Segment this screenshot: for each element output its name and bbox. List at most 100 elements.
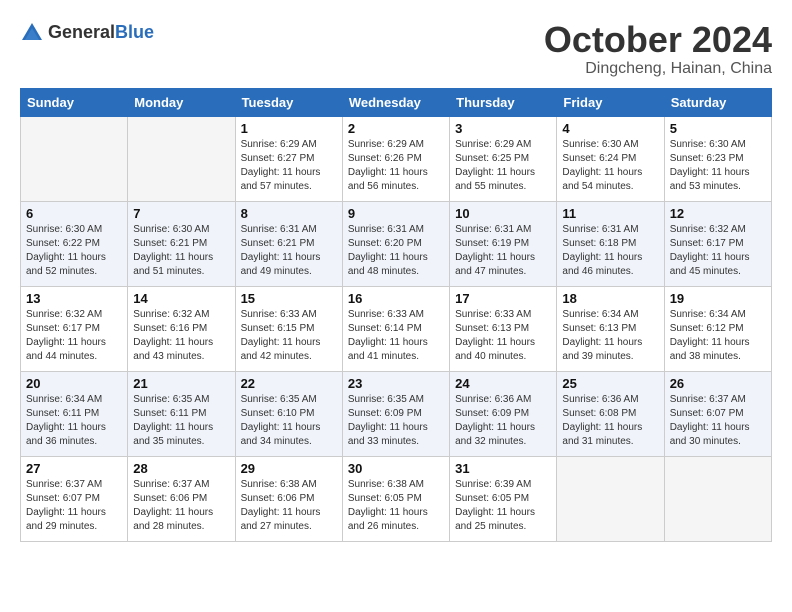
logo-general-text: GeneralBlue: [48, 22, 154, 43]
calendar-cell: 14 Sunrise: 6:32 AM Sunset: 6:16 PM Dayli…: [128, 286, 235, 371]
cell-sun-info: Sunrise: 6:34 AM Sunset: 6:12 PM Dayligh…: [670, 308, 766, 364]
calendar-cell: 4 Sunrise: 6:30 AM Sunset: 6:24 PM Daylig…: [557, 116, 664, 201]
cell-sun-info: Sunrise: 6:38 AM Sunset: 6:06 PM Dayligh…: [241, 478, 337, 534]
cell-sun-info: Sunrise: 6:35 AM Sunset: 6:11 PM Dayligh…: [133, 393, 229, 449]
cell-sun-info: Sunrise: 6:29 AM Sunset: 6:27 PM Dayligh…: [241, 138, 337, 194]
day-number: 28: [133, 461, 229, 476]
calendar-cell: 31 Sunrise: 6:39 AM Sunset: 6:05 PM Dayli…: [450, 456, 557, 541]
cell-sun-info: Sunrise: 6:32 AM Sunset: 6:17 PM Dayligh…: [26, 308, 122, 364]
cell-sun-info: Sunrise: 6:31 AM Sunset: 6:19 PM Dayligh…: [455, 223, 551, 279]
calendar-cell: 5 Sunrise: 6:30 AM Sunset: 6:23 PM Daylig…: [664, 116, 771, 201]
day-number: 26: [670, 376, 766, 391]
calendar-week-row: 13 Sunrise: 6:32 AM Sunset: 6:17 PM Dayli…: [21, 286, 772, 371]
day-number: 27: [26, 461, 122, 476]
cell-sun-info: Sunrise: 6:29 AM Sunset: 6:25 PM Dayligh…: [455, 138, 551, 194]
calendar-week-row: 1 Sunrise: 6:29 AM Sunset: 6:27 PM Daylig…: [21, 116, 772, 201]
calendar-cell: 16Sunrise: 6:33 AM Sunset: 6:14 PM Dayli…: [342, 286, 449, 371]
month-title: October 2024: [544, 20, 772, 60]
cell-sun-info: Sunrise: 6:35 AM Sunset: 6:09 PM Dayligh…: [348, 393, 444, 449]
calendar-cell: 1 Sunrise: 6:29 AM Sunset: 6:27 PM Daylig…: [235, 116, 342, 201]
day-number: 1: [241, 121, 337, 136]
weekday-header-monday: Monday: [128, 88, 235, 116]
weekday-header-tuesday: Tuesday: [235, 88, 342, 116]
cell-sun-info: Sunrise: 6:35 AM Sunset: 6:10 PM Dayligh…: [241, 393, 337, 449]
day-number: 30: [348, 461, 444, 476]
calendar-cell: 27 Sunrise: 6:37 AM Sunset: 6:07 PM Dayli…: [21, 456, 128, 541]
cell-sun-info: Sunrise: 6:31 AM Sunset: 6:18 PM Dayligh…: [562, 223, 658, 279]
day-number: 24: [455, 376, 551, 391]
calendar-cell: 18 Sunrise: 6:34 AM Sunset: 6:13 PM Dayli…: [557, 286, 664, 371]
day-number: 3: [455, 121, 551, 136]
day-number: 31: [455, 461, 551, 476]
cell-sun-info: Sunrise: 6:37 AM Sunset: 6:07 PM Dayligh…: [26, 478, 122, 534]
day-number: 29: [241, 461, 337, 476]
cell-sun-info: Sunrise: 6:34 AM Sunset: 6:13 PM Dayligh…: [562, 308, 658, 364]
day-number: 18: [562, 291, 658, 306]
cell-sun-info: Sunrise: 6:39 AM Sunset: 6:05 PM Dayligh…: [455, 478, 551, 534]
calendar-cell: 9 Sunrise: 6:31 AM Sunset: 6:20 PM Daylig…: [342, 201, 449, 286]
calendar-cell: 15 Sunrise: 6:33 AM Sunset: 6:15 PM Dayli…: [235, 286, 342, 371]
calendar-cell: 23Sunrise: 6:35 AM Sunset: 6:09 PM Dayli…: [342, 371, 449, 456]
calendar-cell: 29 Sunrise: 6:38 AM Sunset: 6:06 PM Dayli…: [235, 456, 342, 541]
day-number: 11: [562, 206, 658, 221]
day-number: 15: [241, 291, 337, 306]
day-number: 14: [133, 291, 229, 306]
title-block: October 2024 Dingcheng, Hainan, China: [544, 20, 772, 78]
weekday-header-saturday: Saturday: [664, 88, 771, 116]
weekday-header-sunday: Sunday: [21, 88, 128, 116]
calendar-cell: 26 Sunrise: 6:37 AM Sunset: 6:07 PM Dayli…: [664, 371, 771, 456]
cell-sun-info: Sunrise: 6:31 AM Sunset: 6:21 PM Dayligh…: [241, 223, 337, 279]
page-header: GeneralBlue October 2024 Dingcheng, Hain…: [20, 20, 772, 78]
day-number: 19: [670, 291, 766, 306]
calendar-cell: [128, 116, 235, 201]
calendar-cell: 30 Sunrise: 6:38 AM Sunset: 6:05 PM Dayli…: [342, 456, 449, 541]
calendar-cell: 28 Sunrise: 6:37 AM Sunset: 6:06 PM Dayli…: [128, 456, 235, 541]
cell-sun-info: Sunrise: 6:32 AM Sunset: 6:16 PM Dayligh…: [133, 308, 229, 364]
day-number: 12: [670, 206, 766, 221]
calendar-week-row: 20Sunrise: 6:34 AM Sunset: 6:11 PM Dayli…: [21, 371, 772, 456]
day-number: 10: [455, 206, 551, 221]
weekday-header-wednesday: Wednesday: [342, 88, 449, 116]
day-number: 16: [348, 291, 444, 306]
cell-sun-info: Sunrise: 6:38 AM Sunset: 6:05 PM Dayligh…: [348, 478, 444, 534]
logo-icon: [20, 20, 44, 44]
location-title: Dingcheng, Hainan, China: [544, 60, 772, 78]
day-number: 17: [455, 291, 551, 306]
calendar-cell: 8 Sunrise: 6:31 AM Sunset: 6:21 PM Daylig…: [235, 201, 342, 286]
cell-sun-info: Sunrise: 6:33 AM Sunset: 6:15 PM Dayligh…: [241, 308, 337, 364]
day-number: 25: [562, 376, 658, 391]
cell-sun-info: Sunrise: 6:30 AM Sunset: 6:22 PM Dayligh…: [26, 223, 122, 279]
cell-sun-info: Sunrise: 6:30 AM Sunset: 6:21 PM Dayligh…: [133, 223, 229, 279]
weekday-header-thursday: Thursday: [450, 88, 557, 116]
day-number: 21: [133, 376, 229, 391]
day-number: 4: [562, 121, 658, 136]
calendar-cell: 24 Sunrise: 6:36 AM Sunset: 6:09 PM Dayli…: [450, 371, 557, 456]
calendar-cell: 12 Sunrise: 6:32 AM Sunset: 6:17 PM Dayli…: [664, 201, 771, 286]
cell-sun-info: Sunrise: 6:36 AM Sunset: 6:09 PM Dayligh…: [455, 393, 551, 449]
cell-sun-info: Sunrise: 6:37 AM Sunset: 6:06 PM Dayligh…: [133, 478, 229, 534]
calendar-week-row: 27 Sunrise: 6:37 AM Sunset: 6:07 PM Dayli…: [21, 456, 772, 541]
calendar-cell: 3 Sunrise: 6:29 AM Sunset: 6:25 PM Daylig…: [450, 116, 557, 201]
day-number: 22: [241, 376, 337, 391]
calendar-cell: [664, 456, 771, 541]
calendar-cell: [557, 456, 664, 541]
calendar-cell: 10 Sunrise: 6:31 AM Sunset: 6:19 PM Dayli…: [450, 201, 557, 286]
day-number: 5: [670, 121, 766, 136]
cell-sun-info: Sunrise: 6:34 AM Sunset: 6:11 PM Dayligh…: [26, 393, 122, 449]
day-number: 8: [241, 206, 337, 221]
cell-sun-info: Sunrise: 6:30 AM Sunset: 6:23 PM Dayligh…: [670, 138, 766, 194]
cell-sun-info: Sunrise: 6:33 AM Sunset: 6:13 PM Dayligh…: [455, 308, 551, 364]
day-number: 13: [26, 291, 122, 306]
day-number: 6: [26, 206, 122, 221]
calendar-cell: 22 Sunrise: 6:35 AM Sunset: 6:10 PM Dayli…: [235, 371, 342, 456]
cell-sun-info: Sunrise: 6:32 AM Sunset: 6:17 PM Dayligh…: [670, 223, 766, 279]
calendar-cell: [21, 116, 128, 201]
cell-sun-info: Sunrise: 6:31 AM Sunset: 6:20 PM Dayligh…: [348, 223, 444, 279]
logo: GeneralBlue: [20, 20, 154, 44]
day-number: 9: [348, 206, 444, 221]
cell-sun-info: Sunrise: 6:30 AM Sunset: 6:24 PM Dayligh…: [562, 138, 658, 194]
calendar-cell: 13 Sunrise: 6:32 AM Sunset: 6:17 PM Dayli…: [21, 286, 128, 371]
calendar-cell: 21 Sunrise: 6:35 AM Sunset: 6:11 PM Dayli…: [128, 371, 235, 456]
cell-sun-info: Sunrise: 6:37 AM Sunset: 6:07 PM Dayligh…: [670, 393, 766, 449]
cell-sun-info: Sunrise: 6:36 AM Sunset: 6:08 PM Dayligh…: [562, 393, 658, 449]
